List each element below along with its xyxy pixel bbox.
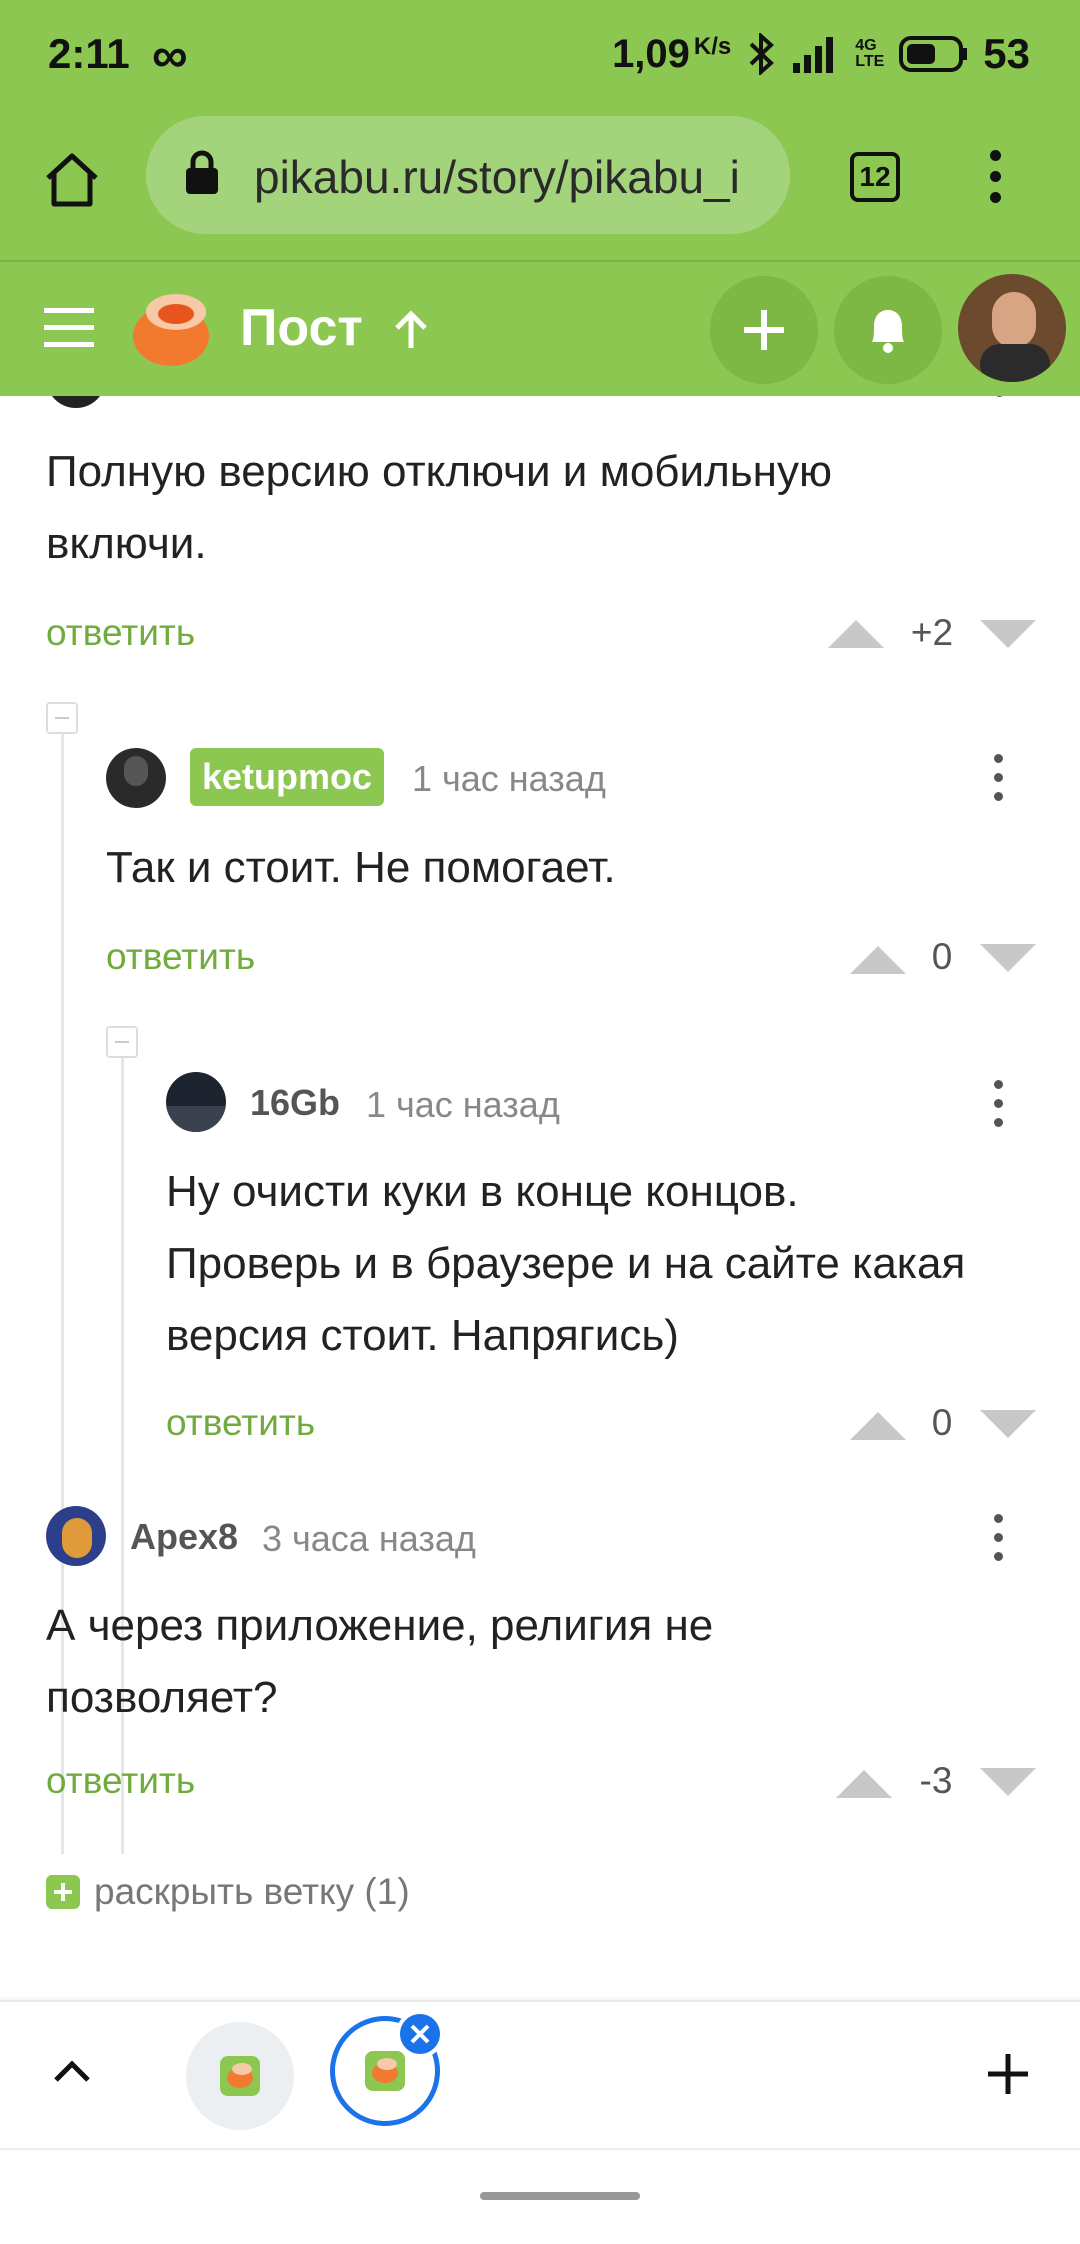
bell-icon (872, 310, 904, 353)
home-gesture-handle[interactable] (480, 2192, 640, 2200)
infinity-icon: ∞ (152, 27, 188, 83)
battery-icon (899, 36, 968, 72)
collapse-thread-icon[interactable] (106, 1026, 138, 1058)
reply-link[interactable]: ответить (46, 612, 195, 654)
comment-author[interactable]: 16Gb (250, 1082, 340, 1124)
tab-switcher-button[interactable]: 12 (850, 152, 900, 202)
lock-icon (186, 150, 218, 194)
comment-menu-icon[interactable] (994, 1514, 1004, 1571)
comment-menu-icon[interactable] (994, 1080, 1004, 1137)
upvote-icon[interactable] (828, 616, 884, 648)
browser-menu-icon[interactable] (990, 150, 1001, 213)
avatar[interactable] (46, 396, 106, 408)
collapse-thread-icon[interactable] (46, 702, 78, 734)
network-speed-unit: K/s (693, 33, 732, 60)
network-type: 4G LTE (855, 37, 885, 70)
close-icon (410, 2024, 430, 2044)
expand-branch-label: раскрыть ветку (1) (94, 1871, 410, 1912)
pikabu-logo-icon[interactable] (128, 284, 214, 370)
upvote-icon[interactable] (836, 1766, 892, 1798)
reply-link[interactable]: ответить (46, 1760, 195, 1802)
comment-time: 3 часа назад (262, 1518, 476, 1559)
comment-score: 0 (931, 936, 953, 977)
network-speed: 1,09 (612, 31, 690, 76)
page-title: Пост (240, 299, 363, 357)
battery-level: 53 (983, 30, 1030, 77)
comment-time: 1 час назад (366, 1084, 560, 1125)
expand-branch-button[interactable]: раскрыть ветку (1) (46, 1871, 410, 1912)
tab-thumbnail[interactable] (186, 2022, 294, 2130)
pikabu-favicon-icon (372, 2058, 398, 2083)
downvote-icon[interactable] (980, 1768, 1036, 1800)
status-bar: 2:11 ∞ 1,09 K/s 4G LTE 53 (0, 0, 1080, 112)
downvote-icon[interactable] (980, 944, 1036, 976)
add-post-button[interactable] (710, 276, 818, 384)
comment-text: Полную версию отключи и мобильную включи… (46, 447, 832, 568)
signal-icon (793, 37, 834, 73)
arrow-up-icon[interactable] (392, 310, 430, 350)
comment-score: -3 (919, 1760, 953, 1801)
comment-text: А через приложение, религия не позволяет… (46, 1601, 714, 1722)
status-right: 1,09 K/s 4G LTE 53 (612, 30, 1030, 78)
author-badge[interactable]: ketupmoc (190, 748, 385, 806)
comment-text: Ну очисти куки в конце концов. Проверь и… (166, 1167, 966, 1360)
comment-author[interactable]: Apex8 (130, 1516, 238, 1558)
comment-menu-icon[interactable] (994, 754, 1004, 811)
browser-toolbar: pikabu.ru/story/pikabu_i 12 (0, 112, 1080, 256)
upvote-icon[interactable] (850, 1408, 906, 1440)
comment-score: 0 (931, 1402, 953, 1443)
pikabu-favicon-icon (227, 2063, 253, 2088)
system-navigation-bar (0, 2148, 1080, 2244)
home-icon[interactable] (42, 150, 102, 210)
avatar[interactable] (166, 1072, 226, 1132)
comment-time: 1 час назад (412, 758, 606, 799)
plus-icon (744, 310, 784, 350)
hamburger-menu-icon[interactable] (44, 306, 94, 350)
reply-link[interactable]: ответить (106, 936, 255, 978)
reply-link[interactable]: ответить (166, 1402, 315, 1444)
expand-plus-icon (46, 1875, 80, 1909)
close-tab-button[interactable] (396, 2010, 444, 2058)
bluetooth-icon (749, 33, 775, 75)
address-bar[interactable]: pikabu.ru/story/pikabu_i (146, 116, 790, 234)
comment-score: +2 (910, 612, 954, 653)
app-header: Пост (0, 260, 1080, 396)
comment-menu-icon[interactable] (995, 396, 1005, 407)
new-tab-plus-icon[interactable] (986, 2052, 1030, 2096)
comment-text: Так и стоит. Не помогает. (106, 843, 616, 892)
avatar[interactable] (106, 748, 166, 808)
downvote-icon[interactable] (980, 620, 1036, 652)
top-area: 2:11 ∞ 1,09 K/s 4G LTE 53 pikabu.ru/stor… (0, 0, 1080, 396)
url-text: pikabu.ru/story/pikabu_i (254, 151, 740, 203)
avatar[interactable] (46, 1506, 106, 1566)
upvote-icon[interactable] (850, 942, 906, 974)
notifications-button[interactable] (834, 276, 942, 384)
status-time: 2:11 (48, 30, 130, 77)
comments-section: Полную версию отключи и мобильную включи… (0, 396, 1080, 2000)
chevron-up-icon[interactable] (52, 2058, 92, 2084)
downvote-icon[interactable] (980, 1410, 1036, 1442)
user-avatar[interactable] (958, 274, 1066, 382)
tab-strip (0, 2000, 1080, 2148)
